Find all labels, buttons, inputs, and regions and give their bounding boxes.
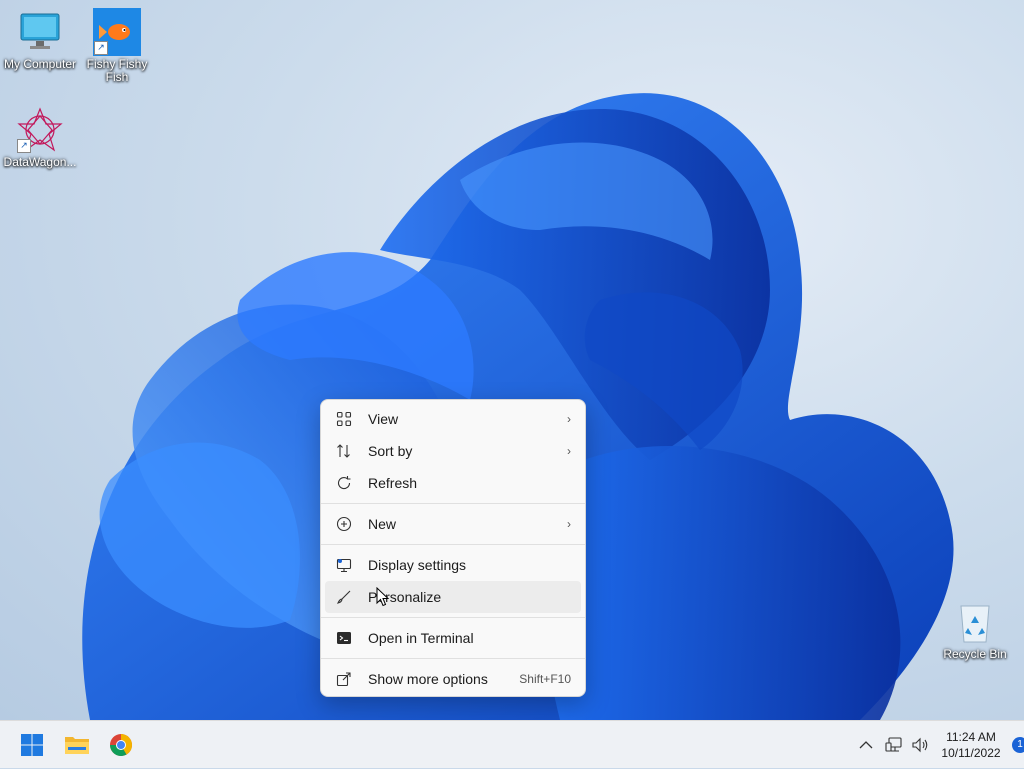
chrome-icon <box>110 734 132 756</box>
menu-separator <box>321 617 585 618</box>
taskbar-chrome[interactable] <box>105 729 137 761</box>
fish-app-icon: ↗ <box>93 8 141 56</box>
desktop-icon-label: My Computer <box>3 57 77 71</box>
menu-item-label: Display settings <box>368 557 467 573</box>
windows-logo-icon <box>21 734 43 756</box>
menu-item-label: Open in Terminal <box>368 630 474 646</box>
network-icon[interactable] <box>885 735 905 755</box>
datawagon-star-icon: ↗ <box>16 106 64 154</box>
menu-item-label: New <box>368 516 397 532</box>
shortcut-arrow-icon: ↗ <box>17 139 31 153</box>
desktop-icon-label: Recycle Bin <box>943 647 1007 661</box>
refresh-icon <box>335 474 353 492</box>
share-icon <box>335 670 353 688</box>
chevron-right-icon: › <box>567 444 571 458</box>
menu-item-display-settings[interactable]: Display settings <box>325 549 581 581</box>
folder-icon <box>65 737 89 754</box>
system-tray: 11:24 AM 10/11/2022 1 <box>824 721 1024 769</box>
sort-icon <box>335 442 353 460</box>
menu-separator <box>321 544 585 545</box>
menu-item-new[interactable]: New › <box>325 508 581 540</box>
plus-circle-icon <box>335 515 353 533</box>
desktop-icon-datawagon[interactable]: ↗ DataWagon... <box>0 106 80 169</box>
menu-item-show-more-options[interactable]: Show more options Shift+F10 <box>325 663 581 695</box>
shortcut-arrow-icon: ↗ <box>94 41 108 55</box>
notification-badge[interactable]: 1 <box>1012 737 1024 753</box>
menu-separator <box>321 658 585 659</box>
menu-item-label: View <box>368 411 399 427</box>
menu-item-label: Personalize <box>368 589 442 605</box>
mouse-cursor-icon <box>376 587 390 607</box>
taskbar: 11:24 AM 10/11/2022 1 <box>0 720 1024 768</box>
desktop-icon-fishy-fishy-fish[interactable]: ↗ Fishy Fishy Fish <box>77 8 157 84</box>
chevron-right-icon: › <box>567 412 571 426</box>
desktop-icon-my-computer[interactable]: My Computer <box>0 8 80 71</box>
terminal-icon <box>335 629 353 647</box>
chevron-right-icon: › <box>567 517 571 531</box>
monitor-icon <box>16 8 64 56</box>
menu-item-shortcut: Shift+F10 <box>519 672 571 686</box>
menu-item-label: Sort by <box>368 443 413 459</box>
clock-time: 11:24 AM <box>946 730 996 744</box>
menu-item-label: Refresh <box>368 475 418 491</box>
desktop-icon-label: DataWagon... <box>3 155 77 169</box>
menu-item-view[interactable]: View › <box>325 403 581 435</box>
chevron-up-icon[interactable] <box>856 735 876 755</box>
recycle-bin-icon <box>951 598 999 646</box>
menu-item-refresh[interactable]: Refresh <box>325 467 581 499</box>
taskbar-clock[interactable]: 11:24 AM 10/11/2022 <box>936 729 1006 761</box>
menu-item-label: Show more options <box>368 671 488 687</box>
taskbar-file-explorer[interactable] <box>61 729 93 761</box>
menu-separator <box>321 503 585 504</box>
grid-icon <box>335 410 353 428</box>
clock-date: 10/11/2022 <box>941 746 1001 760</box>
brush-icon <box>335 588 353 606</box>
desktop-icon-recycle-bin[interactable]: Recycle Bin <box>935 598 1015 661</box>
menu-item-personalize[interactable]: Personalize <box>325 581 581 613</box>
desktop-context-menu: View › Sort by › Refresh New › Display s… <box>320 399 586 697</box>
start-button[interactable] <box>16 729 48 761</box>
menu-item-sort-by[interactable]: Sort by › <box>325 435 581 467</box>
volume-icon[interactable] <box>910 735 930 755</box>
desktop-icon-label: Fishy Fishy Fish <box>86 57 148 84</box>
menu-item-open-in-terminal[interactable]: Open in Terminal <box>325 622 581 654</box>
display-icon <box>335 556 353 574</box>
